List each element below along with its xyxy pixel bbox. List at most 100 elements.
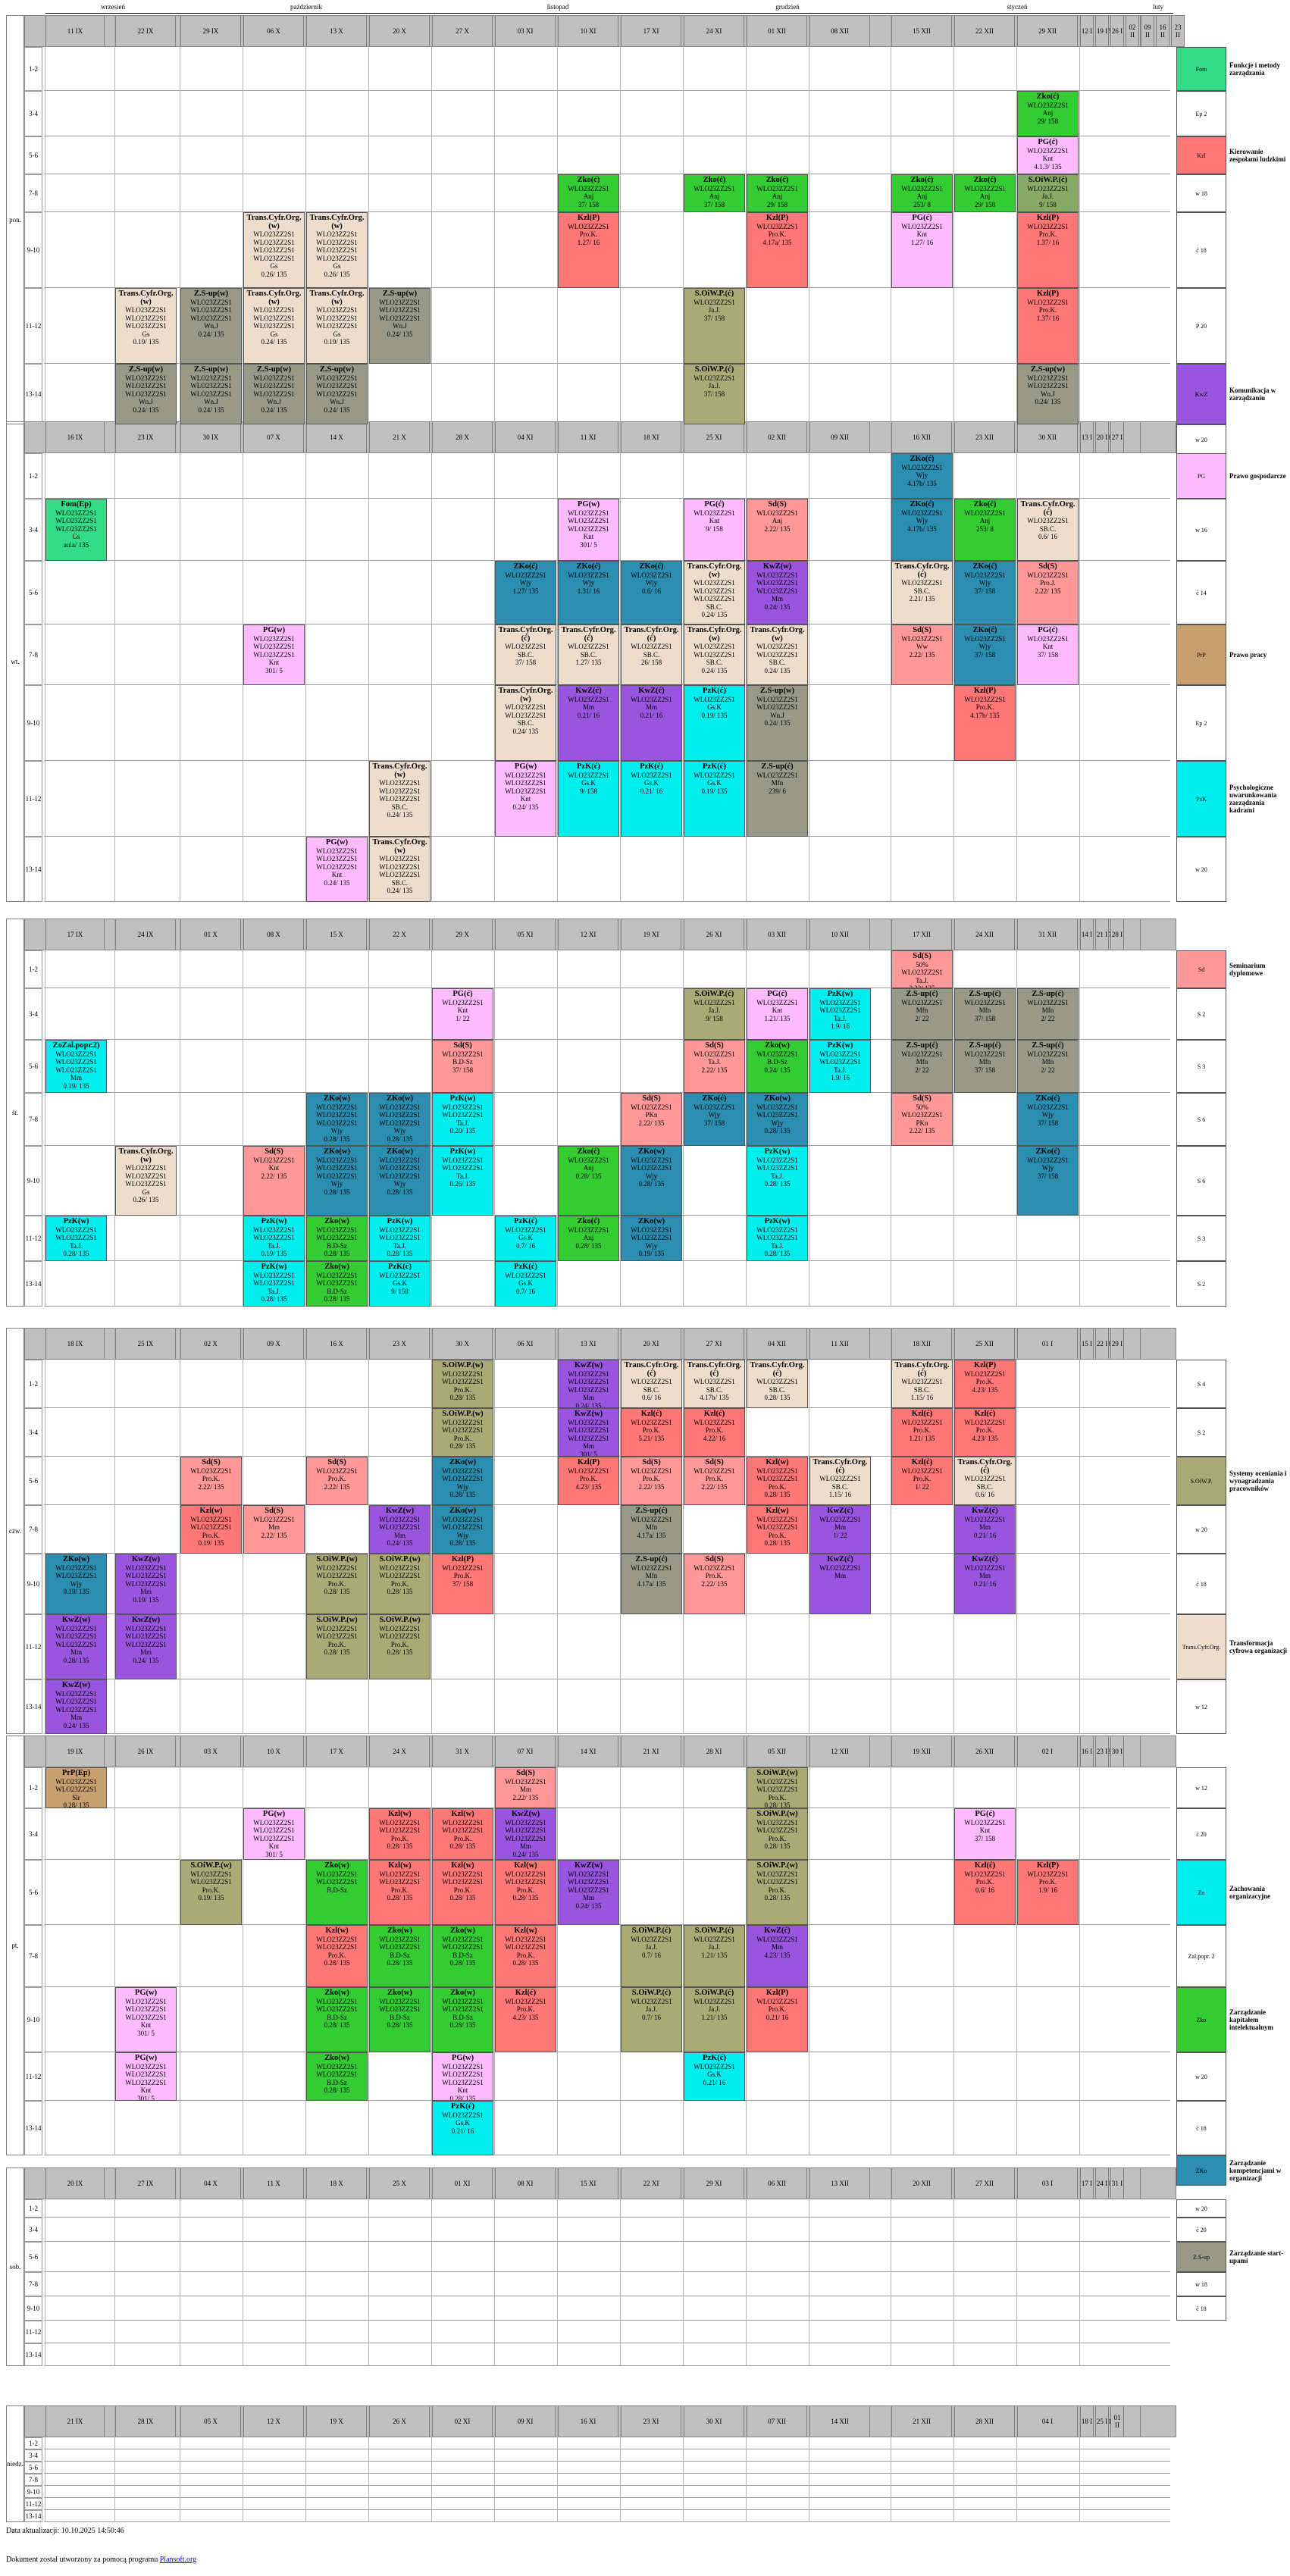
- class-cell[interactable]: Zko(w) WLO23ZZ2S1 WLO23ZZ2S1 B.D-Sz 0.28/ 13…: [432, 1987, 493, 2052]
- class-cell[interactable]: Kzl(w) WLO23ZZ2S1 WLO23ZZ2S1 Pro.K. 0.28/ 13…: [747, 1457, 808, 1505]
- class-cell[interactable]: Trans.Cyfr.Org.(ć) WLO23ZZ2S1 SB.C. 1.27/ 1…: [558, 624, 619, 685]
- class-cell[interactable]: Sd(S) 50% WLO23ZZ2S1 PKn 2.22/ 135: [891, 1093, 953, 1146]
- class-cell[interactable]: Kzl(ć) WLO23ZZ2S1 Pro.K. 4.23/ 135: [954, 1408, 1016, 1457]
- class-cell[interactable]: S.OiW.P.(w) WLO23ZZ2S1 WLO23ZZ2S1 Pro.K. 0.2…: [747, 1808, 808, 1860]
- class-cell[interactable]: Z.S-up(w) WLO23ZZ2S1 WLO23ZZ2S1 WLO23ZZ2S1 W…: [243, 364, 305, 424]
- class-cell[interactable]: Sd(S) WLO23ZZ2S1 Pro.K. 2.22/ 135: [180, 1457, 242, 1505]
- class-cell[interactable]: Trans.Cyfr.Org.(w) WLO23ZZ2S1 WLO23ZZ2S1 WL…: [115, 1146, 177, 1216]
- class-cell[interactable]: S.OiW.P.(ć) WLO23ZZ2S1 Ja.J. 9/ 158: [684, 988, 745, 1040]
- class-cell[interactable]: Z.S-up(ć) WLO23ZZ2S1 Mfn 2/ 22: [891, 1040, 953, 1093]
- class-cell[interactable]: S.OiW.P.(ć) WLO23ZZ2S1 Ja.J. 1.21/ 135: [684, 1987, 745, 2052]
- class-cell[interactable]: KwZ(w) WLO23ZZ2S1 WLO23ZZ2S1 WLO23ZZ2S1 Mm 30…: [558, 1408, 619, 1457]
- class-cell[interactable]: Kzl(ć) WLO23ZZ2S1 Pro.K. 5.21/ 135: [621, 1408, 682, 1457]
- class-cell[interactable]: PzK(w) WLO23ZZ2S1 WLO23ZZ2S1 Ta.J. 0.28/ 135: [747, 1216, 808, 1261]
- class-cell[interactable]: ZKo(ć) WLO23ZZ2S1 Wjy 37/ 158: [684, 1093, 745, 1146]
- class-cell[interactable]: Kzl(w) WLO23ZZ2S1 WLO23ZZ2S1 Pro.K. 0.28/ 13…: [432, 1860, 493, 1925]
- class-cell[interactable]: Trans.Cyfr.Org.(ć) WLO23ZZ2S1 SB.C. 4.17b/ …: [684, 1360, 745, 1408]
- class-cell[interactable]: ZKo(ć) WLO23ZZ2S1 Wjy 37/ 158: [1017, 1093, 1079, 1146]
- class-cell[interactable]: Kzl(P) WLO23ZZ2S1 Pro.K. 4.23/ 135: [954, 1360, 1016, 1408]
- class-cell[interactable]: PG(ć) WLO23ZZ2S1 Knt 37/ 158: [1017, 624, 1079, 685]
- class-cell[interactable]: PzK(w) WLO23ZZ2S1 WLO23ZZ2S1 Ta.J. 0.28/ 135: [369, 1216, 431, 1261]
- class-cell[interactable]: Kzl(P) WLO23ZZ2S1 Pro.K. 4.23/ 135: [558, 1457, 619, 1505]
- class-cell[interactable]: PzK(ć) WLO23ZZ2S1 Gs.K 0.7/ 16: [495, 1216, 556, 1261]
- class-cell[interactable]: ZKo(ć) WLO23ZZ2S1 Wjy 1.31/ 16: [558, 561, 619, 624]
- class-cell[interactable]: Z.S-up(w) WLO23ZZ2S1 WLO23ZZ2S1 WLO23ZZ2S1 W…: [306, 364, 368, 424]
- class-cell[interactable]: PG(ć) WLO23ZZ2S1 Knt 4.1.3/ 135: [1017, 136, 1079, 174]
- class-cell[interactable]: Z.S-up(ć) WLO23ZZ2S1 Mfn 2/ 22: [1017, 988, 1079, 1040]
- class-cell[interactable]: ZKo(ć) WLO23ZZ2S1 Wjy 0.6/ 16: [621, 561, 682, 624]
- class-cell[interactable]: PG(w) WLO23ZZ2S1 WLO23ZZ2S1 WLO23ZZ2S1 Knt 30…: [243, 624, 305, 685]
- class-cell[interactable]: S.OiW.P.(w) WLO23ZZ2S1 WLO23ZZ2S1 Pro.K. 0.2…: [306, 1614, 368, 1679]
- class-cell[interactable]: Zko(ć) WLO23ZZ2S1 Anj 0.28/ 135: [558, 1146, 619, 1216]
- class-cell[interactable]: Sd(S) WLO23ZZ2S1 Ta.J. 2.22/ 135: [684, 1040, 745, 1093]
- class-cell[interactable]: S.OiW.P.(w) WLO23ZZ2S1 WLO23ZZ2S1 Pro.K. 0.2…: [747, 1860, 808, 1925]
- class-cell[interactable]: S.OiW.P.(w) WLO23ZZ2S1 WLO23ZZ2S1 Pro.K. 0.2…: [369, 1554, 431, 1614]
- class-cell[interactable]: KwZ(w) WLO23ZZ2S1 WLO23ZZ2S1 WLO23ZZ2S1 Mm 0.…: [747, 561, 808, 624]
- class-cell[interactable]: Zko(w) WLO23ZZ2S1 WLO23ZZ2S1 B.D-Sz: [306, 1860, 368, 1925]
- class-cell[interactable]: PG(w) WLO23ZZ2S1 WLO23ZZ2S1 WLO23ZZ2S1 Knt 0.…: [495, 761, 556, 837]
- class-cell[interactable]: ZKo(w) WLO23ZZ2S1 WLO23ZZ2S1 WLO23ZZ2S1 Wjy 0…: [369, 1093, 431, 1146]
- class-cell[interactable]: S.OiW.P.(w) WLO23ZZ2S1 WLO23ZZ2S1 Pro.K. 0.2…: [432, 1408, 493, 1457]
- class-cell[interactable]: Kzl(w) WLO23ZZ2S1 WLO23ZZ2S1 Pro.K. 0.28/ 13…: [306, 1925, 368, 1987]
- class-cell[interactable]: Zko(ć) WLO23ZZ2S1 Anj 0.28/ 135: [558, 1216, 619, 1261]
- class-cell[interactable]: Zko(ć) WLO23ZZ2S1 Anj 29/ 158: [954, 174, 1016, 212]
- class-cell[interactable]: PzK(w) WLO23ZZ2S1 WLO23ZZ2S1 Ta.J. 0.28/ 135: [243, 1261, 305, 1307]
- class-cell[interactable]: Trans.Cyfr.Org.(w) WLO23ZZ2S1 WLO23ZZ2S1 WL…: [369, 761, 431, 837]
- class-cell[interactable]: Sd(S) WLO23ZZ2S1 Ww 2.22/ 135: [891, 624, 953, 685]
- class-cell[interactable]: KwZ(w) WLO23ZZ2S1 WLO23ZZ2S1 WLO23ZZ2S1 Mm 0.…: [115, 1614, 177, 1679]
- class-cell[interactable]: PzK(w) WLO23ZZ2S1 WLO23ZZ2S1 Ta.J. 0.28/ 135: [45, 1216, 107, 1261]
- class-cell[interactable]: Sd(S) WLO23ZZ2S1 Pro.K. 2.22/ 135: [684, 1457, 745, 1505]
- class-cell[interactable]: KwZ(w) WLO23ZZ2S1 WLO23ZZ2S1 WLO23ZZ2S1 Mm 0.…: [45, 1679, 107, 1734]
- class-cell[interactable]: Trans.Cyfr.Org.(w) WLO23ZZ2S1 WLO23ZZ2S1 WL…: [306, 212, 368, 288]
- class-cell[interactable]: ZKo(w) WLO23ZZ2S1 WLO23ZZ2S1 Wjy 0.28/ 135: [432, 1457, 493, 1505]
- class-cell[interactable]: Zko(ć) WLO23ZZ2S1 Anj 253/ 8: [954, 499, 1016, 561]
- class-cell[interactable]: S.OiW.P.(w) WLO23ZZ2S1 WLO23ZZ2S1 Pro.K. 0.2…: [747, 1767, 808, 1808]
- class-cell[interactable]: ZKo(ć) WLO23ZZ2S1 Wjy 37/ 158: [954, 561, 1016, 624]
- class-cell[interactable]: Z.S-up(w) WLO23ZZ2S1 WLO23ZZ2S1 WLO23ZZ2S1 W…: [115, 364, 177, 424]
- class-cell[interactable]: Kzl(P) WLO23ZZ2S1 Pro.K. 1.9/ 16: [1017, 1860, 1079, 1925]
- class-cell[interactable]: Trans.Cyfr.Org.(w) WLO23ZZ2S1 WLO23ZZ2S1 WL…: [115, 288, 177, 364]
- class-cell[interactable]: Z.S-up(ć) WLO23ZZ2S1 Mfn 4.17a/ 135: [621, 1505, 682, 1554]
- class-cell[interactable]: Trans.Cyfr.Org.(w) WLO23ZZ2S1 WLO23ZZ2S1 SB…: [495, 685, 556, 761]
- class-cell[interactable]: PzK(w) WLO23ZZ2S1 WLO23ZZ2S1 Ta.J. 0.28/ 135: [747, 1146, 808, 1216]
- class-cell[interactable]: KwZ(ć) WLO23ZZ2S1 Mm 0.21/ 16: [621, 685, 682, 761]
- class-cell[interactable]: Zko(w) WLO23ZZ2S1 WLO23ZZ2S1 B.D-Sz 0.28/ 13…: [306, 1216, 368, 1261]
- class-cell[interactable]: PzK(ć) WLO23ZZ2S1 Gs.K 0.21/ 16: [621, 761, 682, 837]
- class-cell[interactable]: Zko(ć) WLO23ZZ2S1 Anj 29/ 158: [747, 174, 808, 212]
- class-cell[interactable]: Zko(w) WLO23ZZ2S1 WLO23ZZ2S1 B.D-Sz 0.28/ 13…: [306, 2052, 368, 2101]
- class-cell[interactable]: KwZ(ć) WLO23ZZ2S1 Mm 0.21/ 16: [558, 685, 619, 761]
- class-cell[interactable]: Trans.Cyfr.Org.(ć) WLO23ZZ2S1 SB.C. 26/ 158: [621, 624, 682, 685]
- class-cell[interactable]: PG(w) WLO23ZZ2S1 WLO23ZZ2S1 WLO23ZZ2S1 Knt 30…: [558, 499, 619, 561]
- class-cell[interactable]: Zko(w) WLO23ZZ2S1 WLO23ZZ2S1 B.D-Sz 0.28/ 13…: [306, 1987, 368, 2052]
- class-cell[interactable]: Sd(S) WLO23ZZ2S1 B.D-Sz 37/ 158: [432, 1040, 493, 1093]
- class-cell[interactable]: PzK(ć) WLO23ZZ2S1 Gs.K 0.21/ 16: [432, 2101, 493, 2155]
- class-cell[interactable]: Kzl(ć) WLO23ZZ2S1 Pro.K. 4.22/ 16: [684, 1408, 745, 1457]
- class-cell[interactable]: PzK(ć) WLO23ZZ2S1 Gs.K 0.19/ 135: [684, 761, 745, 837]
- class-cell[interactable]: Sd(S) WLO23ZZ2S1 PKn 2.22/ 135: [621, 1093, 682, 1146]
- class-cell[interactable]: PzK(w) WLO23ZZ2S1 WLO23ZZ2S1 Ta.J. 1.9/ 16: [809, 1040, 871, 1093]
- class-cell[interactable]: Trans.Cyfr.Org.(w) WLO23ZZ2S1 WLO23ZZ2S1 WL…: [369, 837, 431, 902]
- class-cell[interactable]: Sd(S) WLO23ZZ2S1 Knt 2.22/ 135: [243, 1146, 305, 1216]
- class-cell[interactable]: Zko(w) WLO23ZZ2S1 B.D-Sz 0.24/ 135: [747, 1040, 808, 1093]
- class-cell[interactable]: Sd(S) WLO23ZZ2S1 Pro.J. 2.22/ 135: [1017, 561, 1079, 624]
- class-cell[interactable]: S.OiW.P.(w) WLO23ZZ2S1 WLO23ZZ2S1 Pro.K. 0.1…: [180, 1860, 242, 1925]
- class-cell[interactable]: Zko(ć) WLO23ZZ2S1 Anj 29/ 158: [1017, 91, 1079, 136]
- class-cell[interactable]: Trans.Cyfr.Org.(w) WLO23ZZ2S1 WLO23ZZ2S1 WL…: [243, 212, 305, 288]
- class-cell[interactable]: Kzl(ć) WLO23ZZ2S1 Pro.K. 1/ 22: [891, 1457, 953, 1505]
- class-cell[interactable]: PG(w) WLO23ZZ2S1 WLO23ZZ2S1 WLO23ZZ2S1 Knt 0.…: [306, 837, 368, 902]
- class-cell[interactable]: Trans.Cyfr.Org.(ć) WLO23ZZ2S1 SB.C. 0.6/ 16: [954, 1457, 1016, 1505]
- class-cell[interactable]: Kzl(w) WLO23ZZ2S1 WLO23ZZ2S1 Pro.K. 0.19/ 13…: [180, 1505, 242, 1554]
- class-cell[interactable]: S.OiW.P.(ć) WLO23ZZ2S1 Ja.J. 37/ 158: [684, 364, 745, 424]
- class-cell[interactable]: ZoZal.popr.2) WLO23ZZ2S1 WLO23ZZ2S1 WLO23ZZ…: [45, 1040, 107, 1093]
- class-cell[interactable]: Kzl(w) WLO23ZZ2S1 WLO23ZZ2S1 Pro.K. 0.28/ 13…: [369, 1808, 431, 1860]
- class-cell[interactable]: PzK(w) WLO23ZZ2S1 WLO23ZZ2S1 Ta.J. 0.26/ 135: [432, 1146, 493, 1216]
- class-cell[interactable]: PG(w) WLO23ZZ2S1 WLO23ZZ2S1 WLO23ZZ2S1 Knt 30…: [115, 2052, 177, 2101]
- class-cell[interactable]: Zko(w) WLO23ZZ2S1 WLO23ZZ2S1 B.D-Sz 0.28/ 13…: [432, 1925, 493, 1987]
- class-cell[interactable]: KwZ(w) WLO23ZZ2S1 WLO23ZZ2S1 Mm 0.24/ 135: [369, 1505, 431, 1554]
- class-cell[interactable]: Sd(S) 50% WLO23ZZ2S1 Ta.J. 2.22/ 135: [891, 950, 953, 988]
- class-cell[interactable]: Z.S-up(w) WLO23ZZ2S1 WLO23ZZ2S1 Wn.J 0.24/ 1…: [747, 685, 808, 761]
- class-cell[interactable]: Kzl(P) WLO23ZZ2S1 Pro.K. 1.37/ 16: [1017, 212, 1079, 288]
- class-cell[interactable]: S.OiW.P.(ć) WLO23ZZ2S1 Ja.J. 9/ 158: [1017, 174, 1079, 212]
- class-cell[interactable]: Kzl(P) WLO23ZZ2S1 Pro.K. 1.37/ 16: [1017, 288, 1079, 364]
- class-cell[interactable]: Sd(S) WLO23ZZ2S1 Mm 2.22/ 135: [243, 1505, 305, 1554]
